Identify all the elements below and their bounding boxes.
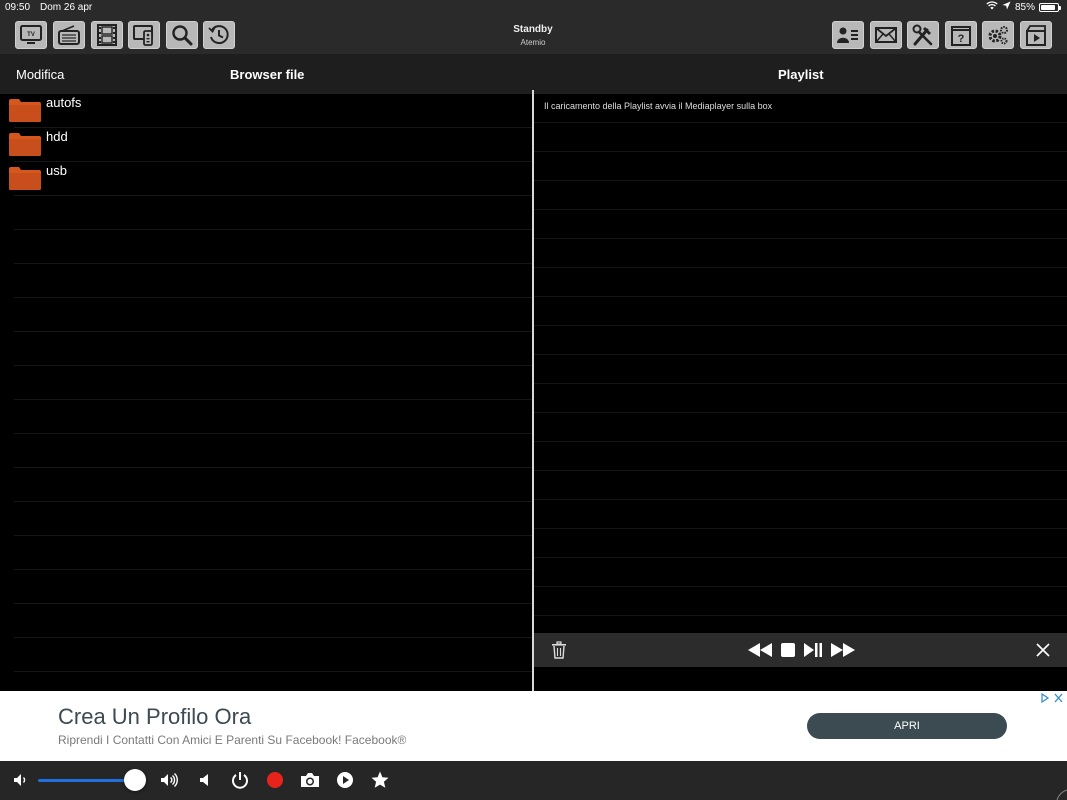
file-browser-title: Browser file — [230, 67, 305, 82]
wifi-icon — [986, 1, 998, 13]
playlist-info-text: Il caricamento della Playlist avvia il M… — [544, 101, 773, 111]
status-bar: 09:50 Dom 26 apr 85% — [0, 0, 1067, 16]
power-icon[interactable] — [231, 771, 249, 789]
camera-icon[interactable] — [300, 771, 320, 789]
volume-slider-thumb[interactable] — [123, 769, 146, 791]
rewind-icon[interactable] — [748, 640, 772, 660]
status-time: 09:50 — [5, 2, 31, 13]
stop-icon[interactable] — [781, 640, 795, 660]
media-icon[interactable] — [1020, 21, 1052, 49]
edit-button[interactable]: Modifica — [16, 67, 64, 82]
folder-icon — [9, 99, 41, 122]
battery-percent: 85% — [1014, 1, 1035, 13]
play-pause-icon[interactable] — [804, 640, 822, 660]
list-item[interactable]: hdd — [0, 128, 532, 162]
ad-subtitle: Riprendi I Contatti Con Amici E Parenti … — [58, 733, 407, 747]
status-right: 85% — [986, 1, 1061, 13]
device-status: Standby Atemio — [483, 24, 583, 47]
folder-name: usb — [46, 163, 67, 178]
file-browser-list[interactable]: autofs hdd usb — [0, 94, 532, 691]
standby-label: Standby — [513, 24, 553, 35]
play-icon[interactable] — [336, 771, 354, 789]
battery-icon — [1039, 2, 1061, 12]
folder-icon — [9, 133, 41, 156]
help-icon[interactable]: ? — [945, 21, 977, 49]
device-name: Atemio — [520, 38, 546, 47]
svg-text:?: ? — [958, 33, 965, 45]
mail-icon[interactable] — [870, 21, 902, 49]
star-icon[interactable] — [371, 771, 389, 789]
radio-icon[interactable] — [53, 21, 85, 49]
folder-icon — [9, 167, 41, 190]
fast-forward-icon[interactable] — [831, 640, 855, 660]
contacts-icon[interactable] — [832, 21, 864, 49]
volume-high-icon[interactable] — [160, 771, 180, 789]
playlist-footer — [534, 667, 1067, 691]
tv-icon[interactable]: TV — [15, 21, 47, 49]
location-icon — [1002, 1, 1011, 13]
history-icon[interactable] — [203, 21, 235, 49]
playlist-list[interactable]: Il caricamento della Playlist avvia il M… — [534, 94, 1067, 633]
settings-icon[interactable] — [982, 21, 1014, 49]
battery-level-fill — [1041, 4, 1055, 10]
playlist-title: Playlist — [778, 67, 824, 82]
tools-icon[interactable] — [907, 21, 939, 49]
adchoices-icon[interactable] — [1041, 692, 1063, 706]
list-item[interactable]: autofs — [0, 94, 532, 128]
ad-title[interactable]: Crea Un Profilo Ora — [58, 704, 251, 730]
bottom-controls — [0, 761, 1067, 800]
ad-open-button[interactable]: APRI — [807, 713, 1007, 739]
svg-text:TV: TV — [27, 32, 35, 38]
folder-name: hdd — [46, 129, 68, 144]
top-toolbar: TV Standby Atemio ? — [0, 16, 1067, 54]
ad-banner[interactable]: Crea Un Profilo Ora Riprendi I Contatti … — [0, 691, 1067, 761]
close-icon[interactable] — [1035, 640, 1051, 660]
search-icon[interactable] — [166, 21, 198, 49]
volume-low-icon[interactable] — [13, 771, 29, 789]
section-header: Modifica Browser file Playlist — [0, 54, 1067, 94]
player-controls — [534, 633, 1067, 667]
mute-icon[interactable] — [199, 771, 211, 789]
remote-icon[interactable] — [128, 21, 160, 49]
list-item[interactable]: usb — [0, 162, 532, 196]
record-icon[interactable] — [266, 771, 284, 789]
film-icon[interactable] — [91, 21, 123, 49]
trash-icon[interactable] — [550, 640, 568, 660]
status-date: Dom 26 apr — [40, 2, 93, 13]
folder-name: autofs — [46, 95, 82, 110]
